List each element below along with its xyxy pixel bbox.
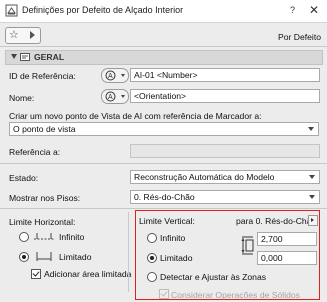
horizontal-infinite-label: Infinito [59, 232, 85, 242]
show-floors-value: 0. Rés-do-Chão [134, 192, 195, 202]
star-icon: ☆ [9, 29, 19, 41]
solid-operations-label: Considerar Operações de Sólidos [171, 290, 300, 300]
show-floors-select[interactable]: 0. Rés-do-Chão [130, 190, 320, 204]
divider [0, 163, 327, 164]
id-field[interactable]: AI-01 <Number> [130, 68, 320, 82]
horizontal-limited-radio[interactable] [19, 252, 29, 262]
show-floors-label: Mostrar nos Pisos: [9, 193, 81, 203]
vertical-limit-title: Limite Vertical: [139, 216, 195, 226]
vertical-limited-label: Limitado [160, 253, 193, 263]
state-value: Reconstrução Automática do Modelo [134, 172, 275, 182]
interior-elevation-icon [5, 4, 18, 17]
help-button[interactable]: ? [290, 5, 295, 15]
name-label: Nome: [9, 93, 35, 103]
chevron-right-icon [30, 31, 35, 39]
vertical-limited-radio[interactable] [147, 253, 157, 263]
divider [128, 212, 129, 292]
chevron-down-icon [121, 74, 125, 77]
chevron-down-icon [11, 54, 17, 59]
default-label: Por Defeito [278, 32, 321, 42]
limited-limit-icon [36, 252, 52, 261]
vertical-detect-radio[interactable] [147, 272, 157, 282]
add-limited-area-checkbox[interactable] [31, 269, 41, 279]
autotext-button-id[interactable]: A [101, 68, 129, 83]
create-view-select[interactable]: O ponto de vista [9, 122, 319, 136]
vertical-top-field[interactable]: 2,700 [257, 232, 317, 246]
vertical-range-icon [241, 236, 254, 255]
favorites-button[interactable]: ☆ [5, 27, 41, 44]
reference-field [130, 144, 320, 158]
vertical-bottom-field[interactable]: 0,000 [257, 251, 317, 265]
infinite-limit-icon [34, 233, 54, 240]
divider [0, 46, 327, 47]
next-floor-button[interactable] [308, 215, 318, 226]
vertical-infinite-radio[interactable] [147, 233, 157, 243]
chevron-down-icon [121, 95, 125, 98]
vertical-infinite-label: Infinito [160, 233, 186, 243]
reference-label: Referência a: [9, 147, 61, 157]
autotext-button-name[interactable]: A [101, 89, 129, 104]
name-field[interactable]: <Orientation> [130, 89, 320, 103]
svg-text:A: A [108, 73, 113, 80]
chevron-down-icon [308, 127, 314, 131]
solid-operations-checkbox[interactable] [159, 289, 169, 299]
autotext-icon: A [105, 70, 116, 81]
horizontal-limit-title: Limite Horizontal: [9, 217, 76, 227]
divider [0, 208, 327, 209]
create-view-value: O ponto de vista [13, 124, 76, 134]
add-limited-area-label: Adicionar área limitada [44, 269, 132, 279]
settings-panel-icon [20, 53, 30, 61]
section-title: GERAL [34, 52, 65, 62]
svg-text:A: A [108, 94, 113, 101]
id-label: ID de Referência: [9, 71, 76, 81]
state-select[interactable]: Reconstrução Automática do Modelo [130, 170, 320, 184]
section-header-general[interactable]: GERAL [5, 50, 323, 65]
horizontal-infinite-radio[interactable] [19, 232, 29, 242]
horizontal-limited-label: Limitado [59, 252, 92, 262]
vertical-detect-label: Detectar e Ajustar às Zonas [160, 272, 267, 282]
close-button[interactable]: ✕ [309, 3, 319, 17]
chevron-down-icon [309, 175, 315, 179]
window-title: Definições por Defeito de Alçado Interio… [22, 5, 184, 15]
state-label: Estado: [9, 173, 39, 183]
autotext-icon: A [105, 91, 116, 102]
vertical-limit-floor: para 0. Rés-do-Chão [236, 216, 317, 226]
title-bar: Definições por Defeito de Alçado Interio… [0, 0, 327, 23]
chevron-down-icon [309, 195, 315, 199]
create-view-label: Criar um novo ponto de Vista de AI com r… [9, 111, 262, 121]
